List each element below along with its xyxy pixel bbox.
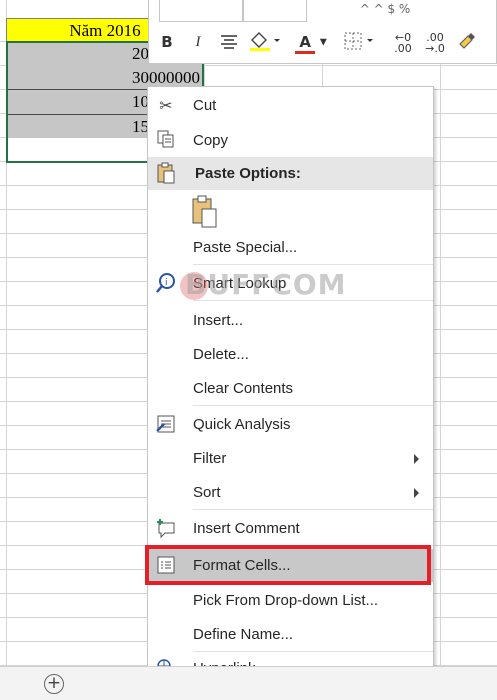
menu-item-label: Define Name...: [193, 626, 294, 643]
menu-item-quick-analysis[interactable]: Quick Analysis: [148, 408, 433, 441]
menu-item-label: Paste Special...: [193, 239, 298, 256]
menu-item-pick-from-dropdown[interactable]: Pick From Drop-down List...: [148, 584, 433, 617]
menu-separator: [193, 264, 433, 265]
paste-icon: [190, 195, 220, 234]
add-sheet-button[interactable]: +: [44, 674, 64, 694]
menu-item-define-name[interactable]: Define Name...: [148, 618, 433, 651]
font-color-button[interactable]: A ▼: [291, 30, 331, 54]
fill-color-icon[interactable]: [247, 30, 283, 54]
menu-item-copy[interactable]: Copy: [148, 124, 433, 157]
font-color-icon: A: [295, 33, 316, 54]
menu-item-clear-contents[interactable]: Clear Contents: [148, 372, 433, 405]
increase-decimal-bottom: →.0: [425, 42, 445, 55]
submenu-arrow-icon: [414, 488, 419, 498]
menu-separator: [193, 300, 433, 301]
comment-icon: [154, 517, 178, 541]
paste-option-button[interactable]: [148, 191, 433, 231]
menu-item-label: Clear Contents: [193, 380, 294, 397]
menu-item-label: Smart Lookup: [193, 275, 287, 292]
context-menu: ✂ Cut Copy Paste Options: Paste Special.…: [147, 86, 434, 686]
menu-separator: [193, 509, 433, 510]
menu-item-paste-special[interactable]: Paste Special...: [148, 231, 433, 264]
submenu-arrow-icon: [414, 454, 419, 464]
menu-item-label: Pick From Drop-down List...: [193, 592, 379, 609]
italic-button[interactable]: I: [189, 30, 207, 54]
menu-item-format-cells[interactable]: Format Cells...: [148, 549, 433, 582]
clipboard-icon: [154, 162, 178, 186]
menu-item-cut[interactable]: ✂ Cut: [148, 89, 433, 122]
font-name-box[interactable]: [159, 0, 243, 22]
menu-item-insert[interactable]: Insert...: [148, 304, 433, 337]
menu-item-label: Delete...: [193, 346, 249, 363]
menu-item-label: Insert Comment: [193, 520, 300, 537]
scissors-icon: ✂: [159, 96, 173, 115]
menu-item-delete[interactable]: Delete...: [148, 338, 433, 371]
menu-item-insert-comment[interactable]: Insert Comment: [148, 512, 433, 545]
menu-item-smart-lookup[interactable]: i Smart Lookup: [148, 267, 433, 300]
svg-text:i: i: [165, 278, 168, 288]
menu-item-label: Format Cells...: [193, 557, 291, 574]
align-center-icon[interactable]: [217, 30, 241, 54]
decrease-decimal-icon[interactable]: ←0 .00: [389, 32, 417, 56]
format-cells-icon: [154, 554, 178, 578]
mini-toolbar: ^ ^ $ % B I A ▼ ←0 .00 .00 →.0: [148, 0, 497, 64]
quick-analysis-icon: [154, 413, 178, 437]
menu-separator: [193, 545, 433, 546]
bold-button[interactable]: B: [157, 30, 177, 54]
menu-item-label: Copy: [193, 132, 229, 149]
menu-item-label: Insert...: [193, 312, 244, 329]
toolbar-top-icons: ^ ^ $ %: [359, 2, 411, 16]
paste-options-header: Paste Options:: [148, 157, 433, 190]
menu-item-sort[interactable]: Sort: [148, 476, 433, 509]
borders-icon[interactable]: [341, 30, 377, 54]
menu-item-label: Quick Analysis: [193, 416, 291, 433]
menu-separator: [193, 405, 433, 406]
menu-item-label: Paste Options:: [195, 165, 301, 182]
chevron-down-icon: ▼: [319, 37, 327, 48]
increase-decimal-icon[interactable]: .00 →.0: [421, 32, 449, 56]
sheet-tab-bar: +: [0, 666, 497, 700]
decrease-decimal-bottom: .00: [394, 42, 412, 55]
font-size-box[interactable]: [243, 0, 307, 22]
smart-lookup-icon: i: [154, 272, 178, 296]
menu-item-label: Sort: [193, 484, 221, 501]
menu-item-label: Filter: [193, 450, 227, 467]
format-painter-icon[interactable]: [455, 30, 479, 54]
menu-item-filter[interactable]: Filter: [148, 442, 433, 475]
menu-item-label: Cut: [193, 97, 217, 114]
copy-icon: [154, 129, 178, 153]
